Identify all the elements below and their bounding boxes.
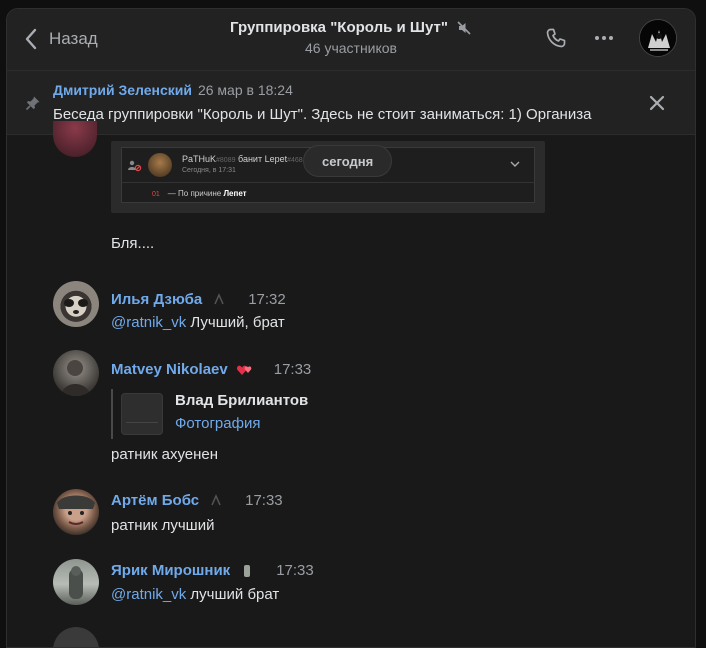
author-name[interactable]: Matvey Nikolaev <box>111 361 228 378</box>
avatar[interactable] <box>53 627 99 647</box>
pin-icon <box>25 96 40 111</box>
message-header: Ярик Мирошник 17:33 <box>111 562 314 579</box>
status-badge-icon <box>244 564 251 577</box>
message-text: Бля.... <box>111 235 155 252</box>
close-icon[interactable] <box>647 93 667 113</box>
hearts-badge-icon <box>236 365 252 375</box>
back-label: Назад <box>49 29 98 48</box>
message-time: 17:33 <box>245 492 283 509</box>
avatar[interactable] <box>53 489 99 535</box>
mention-link[interactable]: @ratnik_vk <box>111 586 186 603</box>
phone-icon <box>546 28 566 48</box>
back-chevron-icon <box>25 28 37 50</box>
muted-icon <box>457 20 471 35</box>
message-header: Илья Дзюба 17:32 <box>111 291 286 308</box>
screenshot-time: Сегодня, в 17:31 <box>182 167 236 174</box>
message-text: @ratnik_vk лучший брат <box>111 586 280 603</box>
author-name[interactable]: Ярик Мирошник <box>111 562 230 579</box>
avatar[interactable] <box>53 350 99 396</box>
date-separator: сегодня <box>303 145 393 177</box>
chevron-down-icon <box>510 161 520 167</box>
message-header: Matvey Nikolaev 17:33 <box>111 361 311 378</box>
author-name[interactable]: Артём Бобс <box>111 492 199 509</box>
forwarded-attachment[interactable]: Влад Брилиантов Фотография <box>111 389 411 439</box>
status-badge-icon <box>210 493 223 507</box>
people-icon <box>128 160 142 172</box>
message-time: 17:33 <box>273 361 312 378</box>
pinned-date: 26 мар в 18:24 <box>197 82 293 98</box>
more-icon <box>595 36 613 40</box>
message-text: ратник ахуенен <box>111 446 219 463</box>
back-button[interactable]: Назад <box>23 27 98 51</box>
mention-link[interactable]: @ratnik_vk <box>111 314 186 331</box>
message-header: Артём Бобс 17:33 <box>111 492 283 509</box>
message-text: @ratnik_vk Лучший, брат <box>111 314 285 331</box>
pinned-author[interactable]: Дмитрий Зеленский <box>53 82 192 98</box>
avatar[interactable] <box>53 281 99 327</box>
message-time: 17:32 <box>248 291 286 308</box>
chat-title-text: Группировка "Король и Шут" <box>230 19 448 36</box>
forward-author: Влад Брилиантов <box>175 392 309 409</box>
message-time: 17:33 <box>276 562 314 579</box>
pinned-author-line: Дмитрий Зеленский 26 мар в 18:24 <box>53 82 293 98</box>
forward-type-link[interactable]: Фотография <box>175 415 260 432</box>
chat-header: Назад Группировка "Король и Шут" 46 учас… <box>7 9 695 71</box>
call-button[interactable] <box>543 25 569 51</box>
pinned-text: Беседа группировки "Король и Шут". Здесь… <box>53 106 592 123</box>
avatar[interactable] <box>53 559 99 605</box>
author-name[interactable]: Илья Дзюба <box>111 291 202 308</box>
chat-avatar-image <box>640 20 676 56</box>
avatar <box>148 153 172 177</box>
more-button[interactable] <box>591 25 617 51</box>
photo-thumbnail[interactable] <box>121 393 163 435</box>
pinned-message[interactable]: Дмитрий Зеленский 26 мар в 18:24 Беседа г… <box>7 71 695 135</box>
message-text: ратник лучший <box>111 517 215 534</box>
message-list[interactable]: PaTHuK#8089 банит Lepet#468 Сегодня, в 1… <box>7 121 695 647</box>
chat-window: Назад Группировка "Король и Шут" 46 учас… <box>6 8 696 648</box>
screenshot-reason: 01— По причине Лепет <box>152 189 247 198</box>
chat-avatar[interactable] <box>639 19 677 57</box>
status-badge-icon <box>213 292 226 306</box>
screenshot-line-1: PaTHuK#8089 банит Lepet#468 <box>182 154 303 164</box>
avatar[interactable] <box>53 121 97 157</box>
chat-title: Группировка "Король и Шут" <box>230 19 472 36</box>
